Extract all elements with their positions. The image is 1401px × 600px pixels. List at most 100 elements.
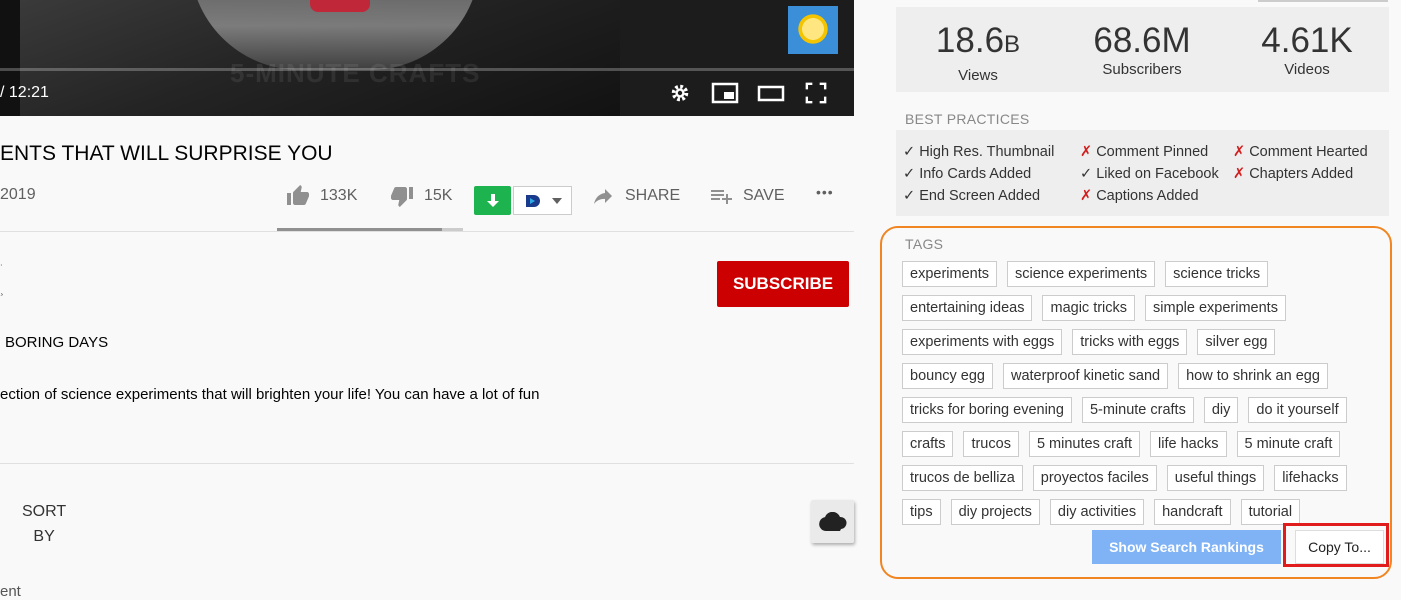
sort-label: BY <box>33 528 55 545</box>
tag-chip[interactable]: handcraft <box>1154 499 1231 525</box>
tag-chip[interactable]: how to shrink an egg <box>1178 363 1328 389</box>
thumbs-down-icon <box>391 187 413 207</box>
cloud-button[interactable] <box>811 500 854 543</box>
tag-chip[interactable]: proyectos faciles <box>1032 465 1157 491</box>
views-label: Views <box>958 67 998 84</box>
share-icon <box>594 189 612 204</box>
best-practice-label: Liked on Facebook <box>1096 166 1219 182</box>
best-practice-item: ✗ Captions Added <box>1080 188 1199 204</box>
tag-chip[interactable]: simple experiments <box>1145 295 1286 321</box>
sort-by-button[interactable]: SORT BY <box>22 499 66 549</box>
views-suffix: B <box>1004 31 1021 58</box>
tag-row: crafts trucos 5 minutes craft life hacks 5 m… <box>902 431 1372 457</box>
tag-chip[interactable]: trucos <box>963 431 1019 457</box>
download-arrow-icon <box>486 193 499 207</box>
videos-label: Videos <box>1284 61 1330 78</box>
tag-chip[interactable]: tricks for boring evening <box>902 397 1072 423</box>
best-practice-label: Info Cards Added <box>919 166 1032 182</box>
channel-stats-panel: 18.6B Views 68.6M Subscribers 4.61K Vide… <box>896 7 1389 92</box>
subscribers-label: Subscribers <box>1102 61 1182 78</box>
tag-chip[interactable]: entertaining ideas <box>902 295 1033 321</box>
cross-mark-icon: ✗ <box>1080 188 1093 204</box>
tag-chip[interactable]: diy projects <box>950 499 1040 525</box>
thumbs-up-icon <box>287 185 309 205</box>
extension-dropdown-button[interactable] <box>513 186 572 215</box>
tag-chip[interactable]: diy <box>1203 397 1239 423</box>
like-count: 133K <box>320 187 358 204</box>
views-value: 18.6 <box>935 21 1005 60</box>
tag-chip[interactable]: waterproof kinetic sand <box>1002 363 1169 389</box>
more-actions-button[interactable]: ••• <box>816 184 834 200</box>
tag-chip[interactable]: experiments <box>902 261 997 287</box>
dislike-button[interactable]: 15K <box>390 184 452 208</box>
tag-chip[interactable]: science tricks <box>1165 261 1269 287</box>
upload-date: 2019 <box>0 186 36 203</box>
video-frame: 5-MINUTE CRAFTS <box>20 0 620 116</box>
panel-edge <box>1258 0 1388 2</box>
subscribers-stat: 68.6M Subscribers <box>1067 7 1217 79</box>
best-practice-item: ✗ Comment Hearted <box>1233 144 1368 160</box>
tag-chip[interactable]: 5 minutes craft <box>1028 431 1141 457</box>
tag-row: trucos de belliza proyectos faciles useful… <box>902 465 1372 491</box>
chevron-down-icon <box>551 197 562 204</box>
fullscreen-icon[interactable] <box>804 82 828 104</box>
miniplayer-icon[interactable] <box>711 82 739 104</box>
playlist-add-icon <box>711 190 732 204</box>
tag-chip[interactable]: tricks with eggs <box>1072 329 1188 355</box>
tag-chip[interactable]: life hacks <box>1150 431 1227 457</box>
best-practice-label: Captions Added <box>1096 188 1199 204</box>
tag-chip[interactable]: 5 minute craft <box>1236 431 1341 457</box>
check-mark-icon: ✓ <box>903 144 916 160</box>
tag-chip[interactable]: science experiments <box>1006 261 1156 287</box>
share-label: SHARE <box>625 187 681 204</box>
tag-chip[interactable]: 5-minute crafts <box>1081 397 1194 423</box>
tag-chip[interactable]: silver egg <box>1197 329 1276 355</box>
copy-to-button[interactable]: Copy To... <box>1295 530 1384 564</box>
edge-mark: ¸ <box>0 282 4 296</box>
tag-row: tricks for boring evening 5-minute crafts… <box>902 397 1372 423</box>
tag-chip[interactable]: tutorial <box>1240 499 1301 525</box>
video-player[interactable]: 5-MINUTE CRAFTS / 12:21 <box>0 0 854 116</box>
best-practice-label: Comment Pinned <box>1096 144 1209 160</box>
description-line: ection of science experiments that will … <box>0 386 540 403</box>
subscribe-button[interactable]: SUBSCRIBE <box>717 261 849 307</box>
tag-chip[interactable]: crafts <box>902 431 954 457</box>
lightbulb-icon <box>796 12 830 46</box>
best-practice-label: Comment Hearted <box>1249 144 1368 160</box>
save-button[interactable]: SAVE <box>709 184 785 208</box>
cross-mark-icon: ✗ <box>1233 166 1246 182</box>
check-mark-icon: ✓ <box>903 188 916 204</box>
progress-bar[interactable] <box>0 68 854 71</box>
channel-watermark-logo[interactable] <box>788 6 838 54</box>
video-title: ENTS THAT WILL SURPRISE YOU <box>0 142 333 165</box>
like-button[interactable]: 133K <box>286 184 357 208</box>
best-practice-item: ✗ Chapters Added <box>1233 166 1353 182</box>
cross-mark-icon: ✗ <box>1080 144 1093 160</box>
description-line: BORING DAYS <box>5 334 109 351</box>
settings-icon[interactable] <box>668 82 692 104</box>
tags-list: experiments science experiments science tr… <box>902 261 1372 533</box>
tag-chip[interactable]: useful things <box>1166 465 1265 491</box>
views-stat: 18.6B Views <box>903 7 1053 85</box>
tag-chip[interactable]: bouncy egg <box>902 363 993 389</box>
tag-chip[interactable]: do it yourself <box>1248 397 1347 423</box>
download-button[interactable] <box>474 186 511 215</box>
share-button[interactable]: SHARE <box>591 184 680 208</box>
tag-chip[interactable]: lifehacks <box>1274 465 1347 491</box>
check-mark-icon: ✓ <box>903 166 916 182</box>
tag-row: entertaining ideas magic tricks simple exp… <box>902 295 1372 321</box>
save-label: SAVE <box>743 187 785 204</box>
tag-chip[interactable]: diy activities <box>1049 499 1145 525</box>
divider <box>0 231 854 232</box>
tag-row: bouncy egg waterproof kinetic sand how to … <box>902 363 1372 389</box>
theater-mode-icon[interactable] <box>757 82 785 104</box>
videos-stat: 4.61K Videos <box>1232 7 1382 79</box>
tag-chip[interactable]: magic tricks <box>1042 295 1136 321</box>
tag-chip[interactable]: experiments with eggs <box>902 329 1063 355</box>
show-search-rankings-button[interactable]: Show Search Rankings <box>1092 530 1281 564</box>
tag-chip[interactable]: tips <box>902 499 941 525</box>
tag-row: tips diy projects diy activities handcraft t… <box>902 499 1372 525</box>
comment-snippet: ent <box>0 583 21 600</box>
tag-row: experiments with eggs tricks with eggs sil… <box>902 329 1372 355</box>
tag-chip[interactable]: trucos de belliza <box>902 465 1023 491</box>
